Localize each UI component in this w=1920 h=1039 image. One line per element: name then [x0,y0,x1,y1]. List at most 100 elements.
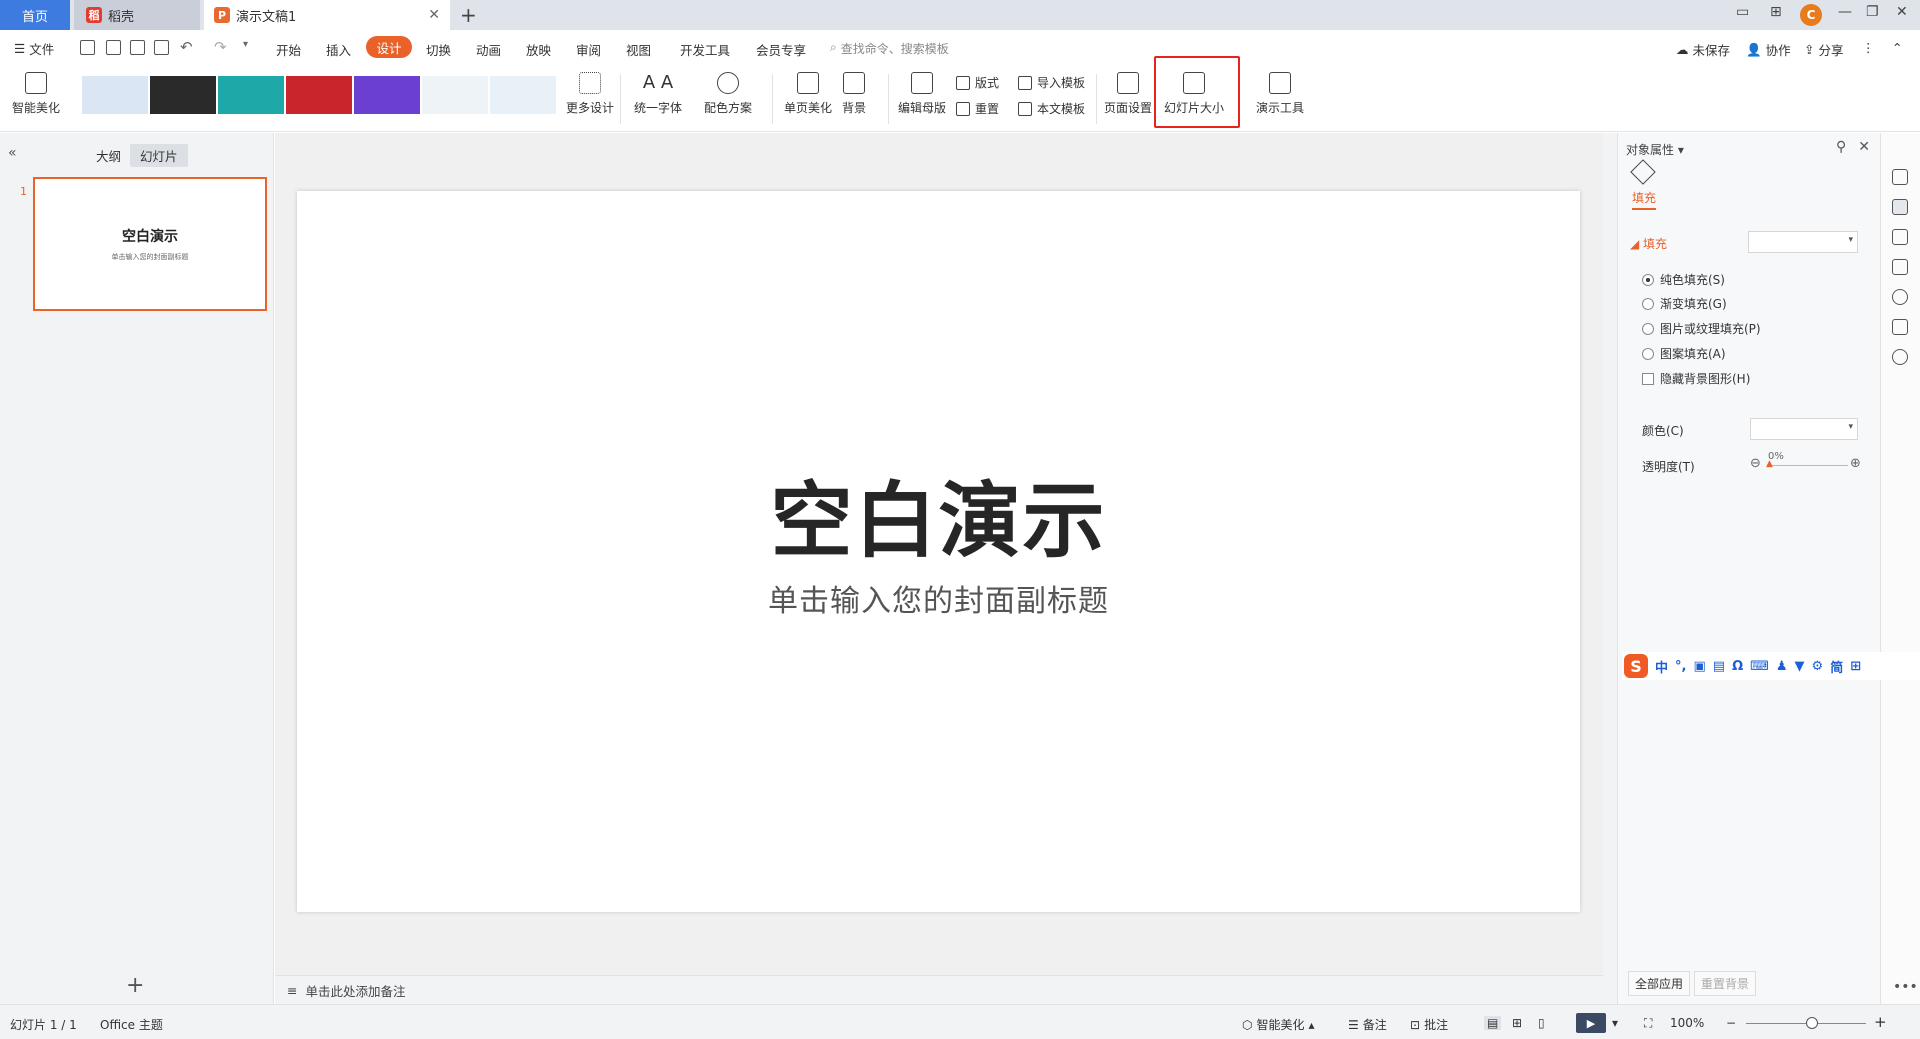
status-smart-beautify[interactable]: ⬡ 智能美化 ▴ [1242,1016,1315,1033]
template-thumbnail[interactable] [286,76,352,114]
rocket-icon[interactable] [1892,169,1908,185]
location-icon[interactable] [1892,349,1908,365]
notes-bar[interactable]: ≡ 单击此处添加备注 [275,975,1603,1004]
fill-type-dropdown[interactable] [1748,231,1858,253]
fill-section-header[interactable]: ◢ 填充 [1630,235,1667,252]
template-thumbnail[interactable] [422,76,488,114]
help-icon[interactable] [1892,289,1908,305]
tab-outline[interactable]: 大纲 [86,144,131,167]
collab-button[interactable]: 👤 协作 [1746,40,1791,59]
radio-pattern-fill[interactable]: 图案填充(A) [1642,345,1726,362]
ime-chat-icon[interactable]: ▤ [1713,659,1725,674]
more-icon[interactable]: ⋮ [1862,40,1875,55]
status-comments[interactable]: ⊡ 批注 [1410,1016,1448,1033]
layout-icon[interactable]: ▭ [1736,4,1749,20]
add-slide-icon[interactable]: + [126,973,144,998]
minimize-icon[interactable]: — [1838,4,1852,20]
zoom-slider-thumb[interactable] [1806,1017,1818,1029]
menu-view[interactable]: 视图 [626,40,651,59]
sogou-logo-icon[interactable]: S [1624,654,1648,678]
this-template-button[interactable]: 本文模板 [1018,100,1085,117]
menu-animation[interactable]: 动画 [476,40,501,59]
apply-all-button[interactable]: 全部应用 [1628,971,1691,996]
comment-icon[interactable] [1892,259,1908,275]
menu-developer[interactable]: 开发工具 [680,40,730,59]
reset-button[interactable]: 重置 [956,100,999,117]
print-preview-icon[interactable] [154,40,169,55]
close-window-icon[interactable]: ✕ [1896,4,1908,20]
radio-gradient-fill[interactable]: 渐变填充(G) [1642,295,1727,312]
hide-bg-graphics-checkbox[interactable]: 隐藏背景图形(H) [1642,370,1750,387]
menu-review[interactable]: 审阅 [576,40,601,59]
undo-icon[interactable]: ↶ [180,38,193,56]
tab-daoke[interactable]: 稻 稻壳 [74,0,200,30]
menu-member[interactable]: 会员专享 [756,40,806,59]
more-options-icon[interactable]: ••• [1893,979,1918,995]
image-icon[interactable] [1892,319,1908,335]
menu-insert[interactable]: 插入 [326,40,351,59]
status-notes[interactable]: ☰ 备注 [1348,1016,1387,1033]
tab-document[interactable]: P 演示文稿1 ✕ [204,0,450,30]
slide-subtitle[interactable]: 单击输入您的封面副标题 [297,576,1580,620]
menu-transition[interactable]: 切换 [426,40,451,59]
ime-chinese-mode[interactable]: 中 [1655,657,1668,676]
zoom-out-icon[interactable]: − [1726,1016,1736,1030]
file-menu[interactable]: ☰ 文件 [14,39,54,58]
layout-button[interactable]: 版式 [956,74,999,91]
radio-solid-fill[interactable]: 纯色填充(S) [1642,271,1725,288]
unify-font-button[interactable]: A A 统一字体 [634,72,682,116]
decrease-icon[interactable]: ⊖ [1750,456,1761,471]
tab-fill[interactable]: 填充 [1632,189,1657,210]
ime-keyboard-icon[interactable]: ⌨ [1750,659,1769,674]
import-template-button[interactable]: 导入模板 [1018,74,1085,91]
export-pdf-icon[interactable] [106,40,121,55]
reading-view-icon[interactable]: ▯ [1538,1016,1545,1030]
ime-skin-icon[interactable]: ▼ [1795,659,1805,674]
background-button[interactable]: 背景 [842,72,866,116]
slide[interactable]: 空白演示 单击输入您的封面副标题 [297,191,1580,912]
ime-simplified[interactable]: 简 [1830,657,1843,676]
ime-headset-icon[interactable]: Ω [1732,659,1743,674]
template-thumbnail[interactable] [150,76,216,114]
menu-design[interactable]: 设计 [366,36,412,58]
edit-master-button[interactable]: 编辑母版 [898,72,946,116]
collapse-pane-icon[interactable]: « [8,145,17,161]
page-setup-button[interactable]: 页面设置 [1104,72,1152,116]
avatar[interactable]: C [1800,4,1822,26]
increase-icon[interactable]: ⊕ [1850,456,1861,471]
color-dropdown[interactable] [1750,418,1858,440]
page-beautify-button[interactable]: 单页美化 [784,72,832,116]
ime-menu-icon[interactable]: ⊞ [1850,659,1861,674]
unsaved-status[interactable]: ☁ 未保存 [1676,40,1730,59]
template-thumbnail[interactable] [82,76,148,114]
new-tab-button[interactable]: + [460,3,477,27]
zoom-in-icon[interactable]: + [1874,1013,1887,1031]
slide-sorter-icon[interactable]: ⊞ [1512,1016,1522,1030]
menu-start[interactable]: 开始 [276,40,301,59]
play-dropdown-icon[interactable]: ▾ [1612,1016,1618,1030]
color-scheme-button[interactable]: 配色方案 [704,72,752,116]
normal-view-icon[interactable]: ▤ [1484,1016,1502,1030]
theme-name[interactable]: Office 主题 [100,1016,163,1033]
template-thumbnail[interactable] [354,76,420,114]
restore-icon[interactable]: ❐ [1866,4,1879,20]
save-icon[interactable] [80,40,95,55]
vertical-scrollbar[interactable] [1603,133,1617,1004]
slider-thumb-icon[interactable]: ▲ [1766,459,1773,469]
search-command[interactable]: ⌕ 查找命令、搜索模板 [830,40,949,57]
share-button[interactable]: ⇪ 分享 [1804,40,1844,59]
ime-toolbox-icon[interactable]: ⚙ [1812,659,1824,674]
smart-beautify-button[interactable]: 智能美化 [12,72,60,116]
tab-slides[interactable]: 幻灯片 [130,144,188,167]
ime-punctuation[interactable]: °, [1675,659,1686,674]
print-icon[interactable] [130,40,145,55]
animation-icon[interactable] [1892,229,1908,245]
more-design-button[interactable]: 更多设计 [566,72,614,116]
transparency-slider[interactable] [1768,465,1848,466]
template-thumbnail[interactable] [218,76,284,114]
template-thumbnail[interactable] [490,76,556,114]
collapse-ribbon-icon[interactable]: ⌃ [1892,40,1902,55]
close-pane-icon[interactable]: ✕ [1858,139,1870,155]
zoom-level[interactable]: 100% [1670,1016,1704,1030]
tab-home[interactable]: 首页 [0,0,70,30]
